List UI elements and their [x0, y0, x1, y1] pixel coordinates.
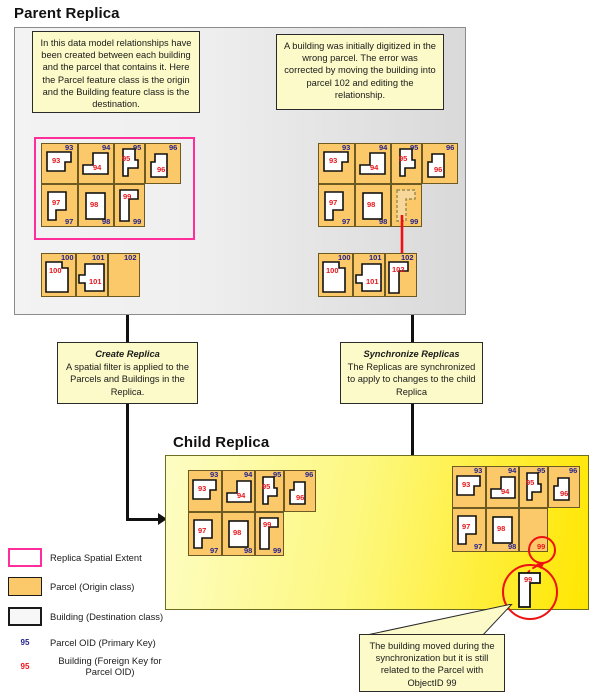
building-oid: 93 [52, 156, 61, 165]
parcel-oid: 93 [342, 143, 351, 152]
parcel-oid: 102 [124, 253, 137, 262]
parcel-oid: 96 [446, 143, 455, 152]
parcel-oid: 100 [338, 253, 351, 262]
building-oid: 94 [501, 487, 510, 496]
building-oid: 101 [89, 277, 102, 286]
building-oid: 94 [370, 163, 379, 172]
building-oid: 95 [526, 478, 535, 487]
note-error-correction: A building was initially digitized in th… [276, 34, 444, 110]
building-oid: 95 [122, 154, 131, 163]
connector-line-sync [411, 315, 414, 342]
parcel-oid: 98 [508, 542, 517, 551]
parcel-oid: 96 [169, 143, 178, 152]
swatch-parcel-icon [8, 577, 42, 596]
building-oid: 96 [296, 493, 305, 502]
parcel-oid: 93 [474, 466, 483, 475]
note-create-replica: Create Replica A spatial filter is appli… [57, 342, 198, 404]
parcel-oid: 102 [401, 253, 414, 262]
parcel-oid: 94 [102, 143, 111, 152]
legend-item-parcel: Parcel (Origin class) [8, 577, 134, 596]
building-oid: 100 [49, 266, 62, 275]
building-oid: 94 [237, 491, 246, 500]
legend-item-extent: Replica Spatial Extent [8, 548, 142, 567]
parcel-oid: 96 [569, 466, 578, 475]
note-data-model: In this data model relationships have be… [32, 31, 200, 113]
legend-label: Parcel OID (Primary Key) [50, 637, 156, 648]
legend-item-building-oid: 95 Building (Foreign Key for Parcel OID) [8, 655, 170, 677]
building-oid: 99 [263, 520, 272, 529]
connector-line-create-right [126, 518, 160, 521]
note-moved-building: The building moved during the synchroniz… [359, 634, 505, 692]
connector-line-create [126, 315, 129, 342]
note-create-replica-title: Create Replica [95, 349, 160, 359]
building-oid: 97 [462, 522, 471, 531]
building-oid: 97 [329, 198, 338, 207]
legend-label: Parcel (Origin class) [50, 581, 135, 592]
parcel-oid: 101 [92, 253, 105, 262]
parcel-oid: 101 [369, 253, 382, 262]
swatch-extent-icon [8, 548, 42, 567]
legend-label: Building (Foreign Key for Parcel OID) [58, 655, 162, 677]
connector-line-create-down [126, 404, 129, 520]
building-oid: 96 [434, 165, 443, 174]
parcel-oid: 96 [305, 470, 314, 479]
building-oid: 95 [399, 154, 408, 163]
legend-label: Building (Destination class) [50, 611, 164, 622]
parcel-oid: 93 [210, 470, 219, 479]
building-oid: 96 [560, 489, 569, 498]
parcel-oid: 94 [244, 470, 253, 479]
building-oid: 102 [392, 265, 405, 274]
page-title-parent: Parent Replica [14, 5, 120, 22]
legend-key-building-oid: 95 [20, 661, 30, 671]
note-sync-replicas-title: Synchronize Replicas [363, 349, 460, 359]
building-oid: 98 [497, 524, 506, 533]
page-title-child: Child Replica [173, 434, 270, 451]
parcel-oid: 93 [65, 143, 74, 152]
building-oid: 96 [157, 165, 166, 174]
building-oid: 97 [198, 526, 207, 535]
parcel-oid: 94 [379, 143, 388, 152]
building-oid: 98 [233, 528, 242, 537]
legend-item-building: Building (Destination class) [8, 607, 163, 626]
note-sync-replicas: Synchronize Replicas The Replicas are sy… [340, 342, 483, 404]
building-oid: 93 [462, 480, 471, 489]
legend-label: Replica Spatial Extent [50, 552, 142, 563]
building-oid: 98 [367, 200, 376, 209]
building-oid: 100 [326, 266, 339, 275]
building-oid: 95 [262, 482, 271, 491]
callout-leader-lines [362, 604, 513, 636]
parcel-oid: 100 [61, 253, 74, 262]
building-oid: 98 [90, 200, 99, 209]
building-oid: 94 [93, 163, 102, 172]
note-sync-replicas-body: The Replicas are synchronized to apply t… [347, 362, 476, 397]
building-oid: 99 [123, 192, 132, 201]
parcel-oid: 98 [244, 546, 253, 555]
legend-item-parcel-oid: 95 Parcel OID (Primary Key) [8, 637, 156, 648]
swatch-building-icon [8, 607, 42, 626]
building-oid: 97 [52, 198, 61, 207]
parcel-oid: 94 [508, 466, 517, 475]
building-oid: 93 [329, 156, 338, 165]
building-oid: 93 [198, 484, 207, 493]
note-create-replica-body: A spatial filter is applied to the Parce… [66, 362, 189, 397]
building-oid: 101 [366, 277, 379, 286]
legend-key-parcel-oid: 95 [20, 638, 30, 647]
